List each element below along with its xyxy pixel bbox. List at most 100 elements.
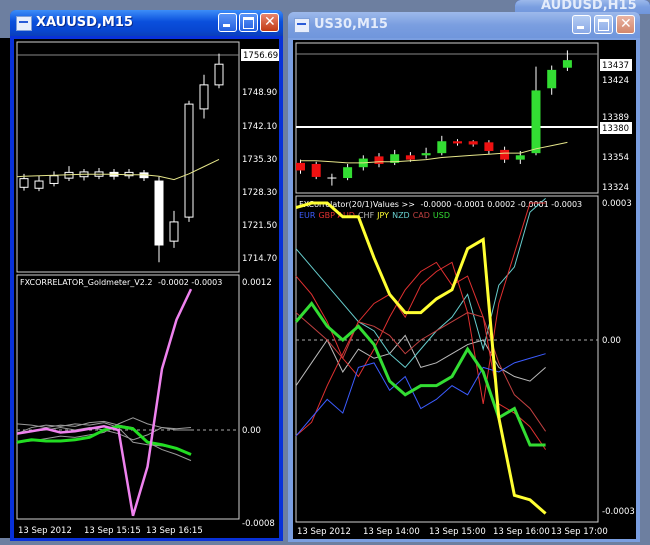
strength-line-usd — [294, 301, 546, 447]
maximize-icon — [243, 17, 254, 29]
current-price-label: 13437 — [602, 61, 629, 71]
candle-body — [154, 180, 164, 246]
candle-body — [468, 141, 478, 145]
xauusd-chart-area[interactable]: 1756.69 1748.90 1742.10 1735.30 1728.30 … — [14, 39, 279, 538]
date-label-4: 13 Sep 16:00 — [493, 527, 550, 537]
maximize-button[interactable] — [594, 15, 613, 34]
legend-usd: USD — [433, 211, 450, 220]
candle-body — [374, 156, 384, 164]
price-tick-1: 1748.90 — [242, 88, 277, 98]
price-tick-5: 1721.50 — [242, 221, 277, 231]
candle-body — [547, 69, 557, 89]
price-tick-2: 13389 — [602, 113, 629, 123]
legend-nzd: NZD — [392, 211, 410, 220]
maximize-button[interactable] — [239, 13, 258, 32]
close-button[interactable]: ✕ — [616, 15, 635, 34]
indicator-top-tick: 0.0003 — [602, 199, 632, 209]
candle-body — [184, 103, 194, 218]
strength-line-nzd — [295, 198, 546, 369]
date-label-1: 13 Sep 2012 — [18, 526, 72, 536]
us30-moving-average — [300, 141, 568, 164]
legend-jpy: JPY — [376, 211, 389, 220]
candle-body — [214, 63, 224, 86]
window-xauusd-titlebar[interactable]: XAUUSD,M15 ✕ — [10, 10, 283, 36]
candle-body — [169, 221, 179, 242]
candle-body — [49, 175, 59, 184]
xauusd-candles — [19, 53, 224, 263]
price-panel-frame — [16, 41, 240, 273]
minimize-icon — [577, 26, 584, 29]
candle-body — [34, 180, 44, 189]
price-tick-2: 1742.10 — [242, 122, 277, 132]
minimize-button[interactable] — [572, 15, 591, 34]
us30-chart-area[interactable]: 13437 13424 13389 13380 13354 13324 FXCo… — [293, 40, 636, 539]
legend-eur: EUR — [299, 211, 316, 220]
xauusd-chart-svg: 1756.69 1748.90 1742.10 1735.30 1728.30 … — [16, 41, 279, 536]
legend-cad: CAD — [413, 211, 430, 220]
close-button[interactable]: ✕ — [260, 13, 279, 32]
chart-window-icon[interactable] — [16, 16, 32, 31]
price-tick-3: 13354 — [602, 153, 629, 163]
window-us30-titlebar[interactable]: US30,M15 ✕ — [288, 12, 640, 38]
indicator-title: FXCORRELATOR_Goldmeter_V2.2 -0.0002 -0.0… — [20, 278, 222, 287]
strength-line-eur — [295, 353, 546, 437]
indicator-zero-tick: 0.00 — [602, 336, 621, 346]
us30-chart-svg: 13437 13424 13389 13380 13354 13324 FXCo… — [294, 42, 635, 537]
candle-body — [437, 141, 447, 154]
candle-body — [421, 153, 431, 156]
window-xauusd[interactable]: XAUUSD,M15 ✕ 1756.69 1748.90 1742.10 173… — [10, 10, 283, 541]
candle-body — [296, 162, 305, 171]
date-label-2: 13 Sep 15:15 — [84, 526, 141, 536]
close-icon: ✕ — [620, 16, 632, 32]
candle-body — [484, 142, 494, 151]
indicator-bottom-tick: -0.0003 — [602, 507, 635, 517]
candle-body — [515, 155, 525, 160]
date-label-5: 13 Sep 17:00 — [551, 527, 608, 537]
currency-strength-lines — [294, 198, 547, 515]
us30-candles — [296, 50, 572, 186]
strength-line-gbp — [295, 261, 547, 450]
indicator-bottom-tick: -0.0008 — [242, 519, 275, 529]
currency-legend: EUR GBP AUD CHF JPY NZD CAD USD — [299, 211, 450, 220]
window-xauusd-title: XAUUSD,M15 — [36, 15, 133, 30]
indicator-zero-tick: 0.00 — [242, 426, 261, 436]
indicator-values: -0.0002 -0.0003 — [158, 278, 222, 287]
candle-body — [500, 149, 510, 160]
date-label-1: 13 Sep 2012 — [297, 527, 351, 537]
candle-body — [405, 155, 415, 160]
minimize-button[interactable] — [218, 13, 237, 32]
price-tick-4: 13324 — [602, 183, 629, 193]
candle-body — [453, 141, 462, 144]
level-price-label: 13380 — [602, 124, 629, 134]
legend-gbp: GBP — [318, 211, 335, 220]
date-label-3: 13 Sep 15:00 — [429, 527, 486, 537]
price-panel-frame — [295, 42, 599, 194]
candle-body — [311, 163, 321, 177]
correlator-pink-line — [16, 288, 193, 517]
price-tick-6: 1714.70 — [242, 254, 277, 264]
indicator-top-tick: 0.0012 — [242, 278, 272, 288]
candle-body — [531, 90, 541, 154]
price-tick-1: 13424 — [602, 76, 629, 86]
strength-line-jpy — [295, 201, 547, 515]
price-tick-3: 1735.30 — [242, 155, 277, 165]
close-icon: ✕ — [264, 14, 276, 30]
indicator-values: -0.0000 -0.0001 0.0002 -0.0001 -0.0003 — [420, 200, 582, 209]
date-label-2: 13 Sep 14:00 — [363, 527, 420, 537]
current-price-label: 1756.69 — [243, 51, 278, 61]
strength-line-aud — [295, 202, 546, 437]
strength-line-chf — [295, 334, 546, 386]
window-us30-title: US30,M15 — [314, 17, 388, 32]
goldmeter-lines — [16, 288, 193, 517]
candle-body — [343, 167, 353, 179]
indicator-name: FXCORRELATOR_Goldmeter_V2.2 — [20, 278, 152, 287]
indicator-title: FXCorrelator(20/1)Values >> -0.0000 -0.0… — [299, 200, 582, 209]
maximize-icon — [598, 19, 609, 31]
window-us30[interactable]: US30,M15 ✕ 13437 13424 13389 13380 13354… — [288, 12, 640, 542]
date-label-3: 13 Sep 16:15 — [146, 526, 203, 536]
candle-body — [19, 178, 29, 188]
chart-window-icon[interactable] — [294, 18, 310, 33]
minimize-icon — [223, 24, 230, 27]
indicator-panel-frame — [295, 195, 599, 523]
candle-body — [562, 60, 572, 68]
